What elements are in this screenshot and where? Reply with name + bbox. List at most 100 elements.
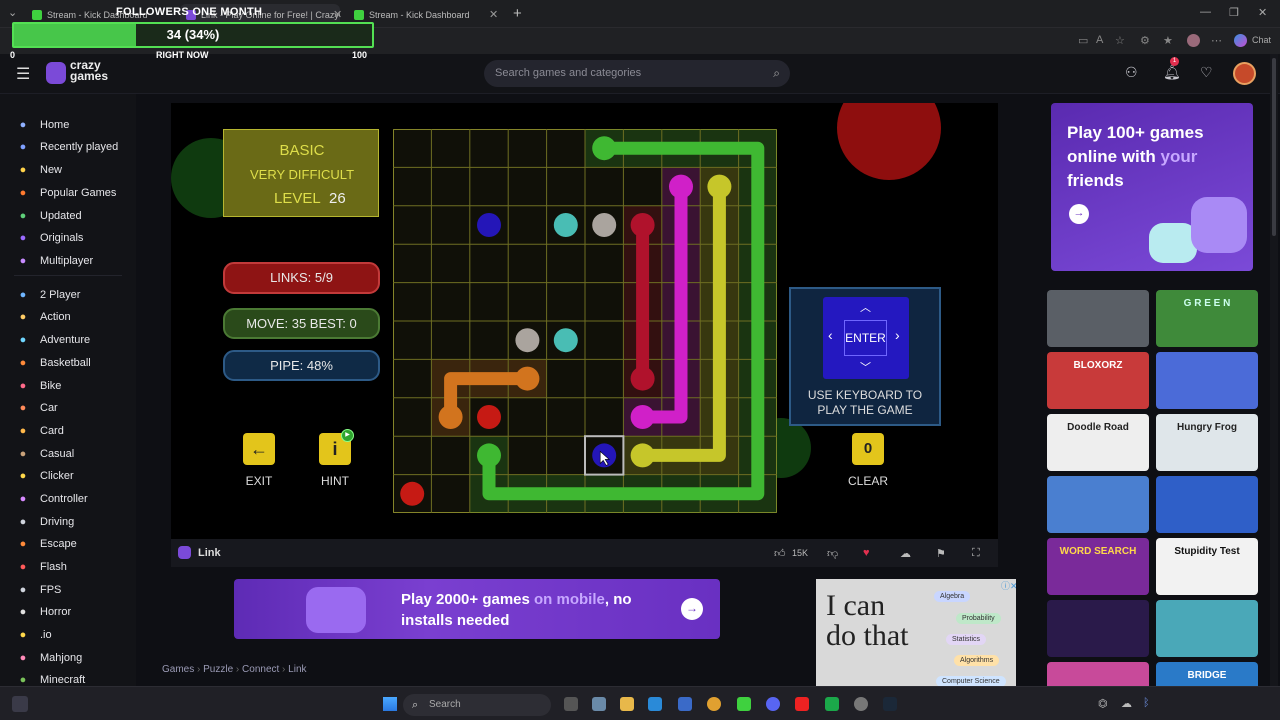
page-scrollbar-thumb[interactable] — [1272, 58, 1276, 236]
clear-button[interactable]: 0 — [852, 433, 884, 465]
lightbulb-plug-thumb[interactable] — [1047, 290, 1149, 347]
file-explorer-icon[interactable] — [620, 697, 634, 711]
user-avatar[interactable] — [1233, 62, 1256, 85]
install-app-icon[interactable]: ▭ — [1078, 34, 1088, 47]
runner-thumb[interactable] — [1156, 352, 1258, 409]
widgets-icon[interactable] — [12, 696, 28, 712]
read-aloud-icon[interactable]: A — [1096, 34, 1103, 46]
sidebar-item-driving[interactable]: ● Driving — [16, 512, 75, 532]
tic-tac-thumb[interactable] — [1047, 476, 1149, 533]
minimize-icon[interactable]: — — [1200, 6, 1211, 18]
arrow-right-icon[interactable]: › — [895, 327, 900, 343]
arrow-left-icon[interactable]: ‹ — [828, 327, 833, 343]
tab-close-icon[interactable]: ✕ — [489, 8, 498, 21]
copilot-icon[interactable] — [1234, 34, 1247, 47]
windows-start-icon[interactable] — [383, 697, 397, 711]
sidebar-item-basketball[interactable]: ● Basketball — [16, 353, 91, 373]
arrow-up-icon[interactable]: ︿ — [860, 299, 871, 315]
search-icon[interactable]: ⌕ — [773, 60, 780, 87]
obs-icon[interactable] — [854, 697, 868, 711]
breadcrumb-link[interactable]: Connect — [242, 664, 279, 675]
friends-promo-card[interactable]: Play 100+ games online with your friends… — [1051, 103, 1253, 271]
enter-key[interactable]: ENTER — [844, 320, 887, 356]
sidebar-item-originals[interactable]: ● Originals — [16, 228, 84, 248]
app-icon[interactable] — [592, 697, 606, 711]
app-icon[interactable] — [825, 697, 839, 711]
search-input[interactable]: Search games and categories ⌕ — [484, 60, 790, 87]
advertisement[interactable]: ⓘ✕ I can do that Algebra Probability Stati… — [816, 579, 1016, 687]
thumbs-up-icon[interactable]: 👍︎ — [774, 547, 786, 560]
favorites-heart-icon[interactable]: ♡ — [1200, 64, 1213, 81]
dpad[interactable]: ︿ ‹ › ﹀ ENTER — [823, 297, 909, 379]
sidebar-item-flash[interactable]: ● Flash — [16, 557, 67, 577]
thumbs-down-icon[interactable]: 👎︎ — [827, 547, 838, 560]
word-search-thumb[interactable]: WORD SEARCH — [1047, 538, 1149, 595]
report-icon[interactable]: ⚑ — [936, 547, 946, 560]
profile-avatar[interactable] — [1187, 34, 1200, 47]
sidebar-item-recently-played[interactable]: ● Recently played — [16, 137, 119, 157]
game-canvas[interactable]: BASIC VERY DIFFICULT LEVEL 26 LINKS: 5/9… — [171, 103, 998, 539]
favorites-icon[interactable]: ★ — [1163, 34, 1173, 47]
mobile-promo-banner[interactable]: Play 2000+ games on mobile, no installs … — [234, 579, 720, 639]
kick-icon[interactable] — [737, 697, 751, 711]
sidebar-item-adventure[interactable]: ● Adventure — [16, 330, 90, 350]
sidebar-item-escape[interactable]: ● Escape — [16, 534, 77, 554]
sidebar-item-clicker[interactable]: ● Clicker — [16, 466, 74, 486]
breadcrumb-link[interactable]: Link — [288, 664, 306, 675]
task-view-icon[interactable] — [564, 697, 578, 711]
store-icon[interactable] — [678, 697, 692, 711]
sidebar-item-bike[interactable]: ● Bike — [16, 376, 62, 396]
sidebar-item-2-player[interactable]: ● 2 Player — [16, 285, 81, 305]
bloxorz-thumb[interactable]: BLOXORZ — [1047, 352, 1149, 409]
extensions-icon[interactable]: ⚙ — [1140, 34, 1150, 47]
doodle-road-thumb[interactable]: Doodle Road — [1047, 414, 1149, 471]
sidebar-item-car[interactable]: ● Car — [16, 398, 58, 418]
cloud-save-icon[interactable]: ☁ — [900, 547, 911, 560]
maximize-icon[interactable]: ❐ — [1229, 6, 1239, 19]
youtube-icon[interactable] — [795, 697, 809, 711]
exit-button[interactable]: ← — [243, 433, 275, 465]
favorite-heart-icon[interactable]: ♥ — [863, 547, 870, 559]
notifications-bell-icon[interactable]: 🔔︎ — [1163, 64, 1181, 81]
arrow-right-icon[interactable]: → — [1069, 204, 1089, 224]
sidebar-item-popular-games[interactable]: ● Popular Games — [16, 183, 117, 203]
edge-browser-icon[interactable] — [648, 697, 662, 711]
sidebar-item-card[interactable]: ● Card — [16, 421, 64, 441]
sidebar-item-updated[interactable]: ● Updated — [16, 206, 82, 226]
puzzle-board[interactable] — [393, 129, 777, 513]
ad-choices-icon[interactable]: ⓘ✕ — [1001, 579, 1016, 592]
sidebar-item-home[interactable]: ● Home — [16, 115, 70, 135]
system-tray-icon[interactable]: ⏣ — [1098, 697, 1108, 710]
crazygames-logo-icon[interactable] — [46, 62, 66, 84]
sidebar-item-mahjong[interactable]: ● Mahjong — [16, 648, 83, 668]
pattern-thumb[interactable] — [1156, 476, 1258, 533]
new-tab-icon[interactable]: + — [513, 5, 522, 22]
chrome-icon[interactable] — [707, 697, 721, 711]
arrow-down-icon[interactable]: ﹀ — [860, 359, 871, 375]
sidebar-item-action[interactable]: ● Action — [16, 307, 71, 327]
more-menu-icon[interactable]: ⋯ — [1211, 34, 1222, 47]
sidebar-item-horror[interactable]: ● Horror — [16, 602, 72, 622]
arrow-right-icon[interactable]: → — [681, 598, 703, 620]
favorite-star-icon[interactable]: ☆ — [1115, 34, 1125, 47]
close-window-icon[interactable]: ✕ — [1258, 6, 1267, 19]
green-thumb[interactable]: G R E E N — [1156, 290, 1258, 347]
sidebar-item-new[interactable]: ● New — [16, 160, 62, 180]
stupidity-test-thumb[interactable]: Stupidity Test — [1156, 538, 1258, 595]
hungry-frog-thumb[interactable]: Hungry Frog — [1156, 414, 1258, 471]
sidebar-item-io[interactable]: ● .io — [16, 625, 52, 645]
breadcrumb-link[interactable]: Games — [162, 664, 194, 675]
ropes-thumb[interactable] — [1156, 600, 1258, 657]
breadcrumb-link[interactable]: Puzzle — [203, 664, 233, 675]
chat-label[interactable]: Chat — [1252, 35, 1271, 45]
sidebar-item-multiplayer[interactable]: ● Multiplayer — [16, 251, 94, 271]
hamburger-menu-icon[interactable]: ☰ — [16, 64, 30, 84]
neon-thumb[interactable] — [1047, 600, 1149, 657]
friends-icon[interactable]: ⚇ — [1125, 64, 1138, 81]
steam-icon[interactable] — [883, 697, 897, 711]
discord-icon[interactable] — [766, 697, 780, 711]
sidebar-item-fps[interactable]: ● FPS — [16, 580, 62, 600]
fullscreen-icon[interactable]: ⛶ — [972, 547, 980, 560]
network-icon[interactable]: ☁ — [1121, 697, 1132, 710]
sidebar-item-casual[interactable]: ● Casual — [16, 444, 75, 464]
